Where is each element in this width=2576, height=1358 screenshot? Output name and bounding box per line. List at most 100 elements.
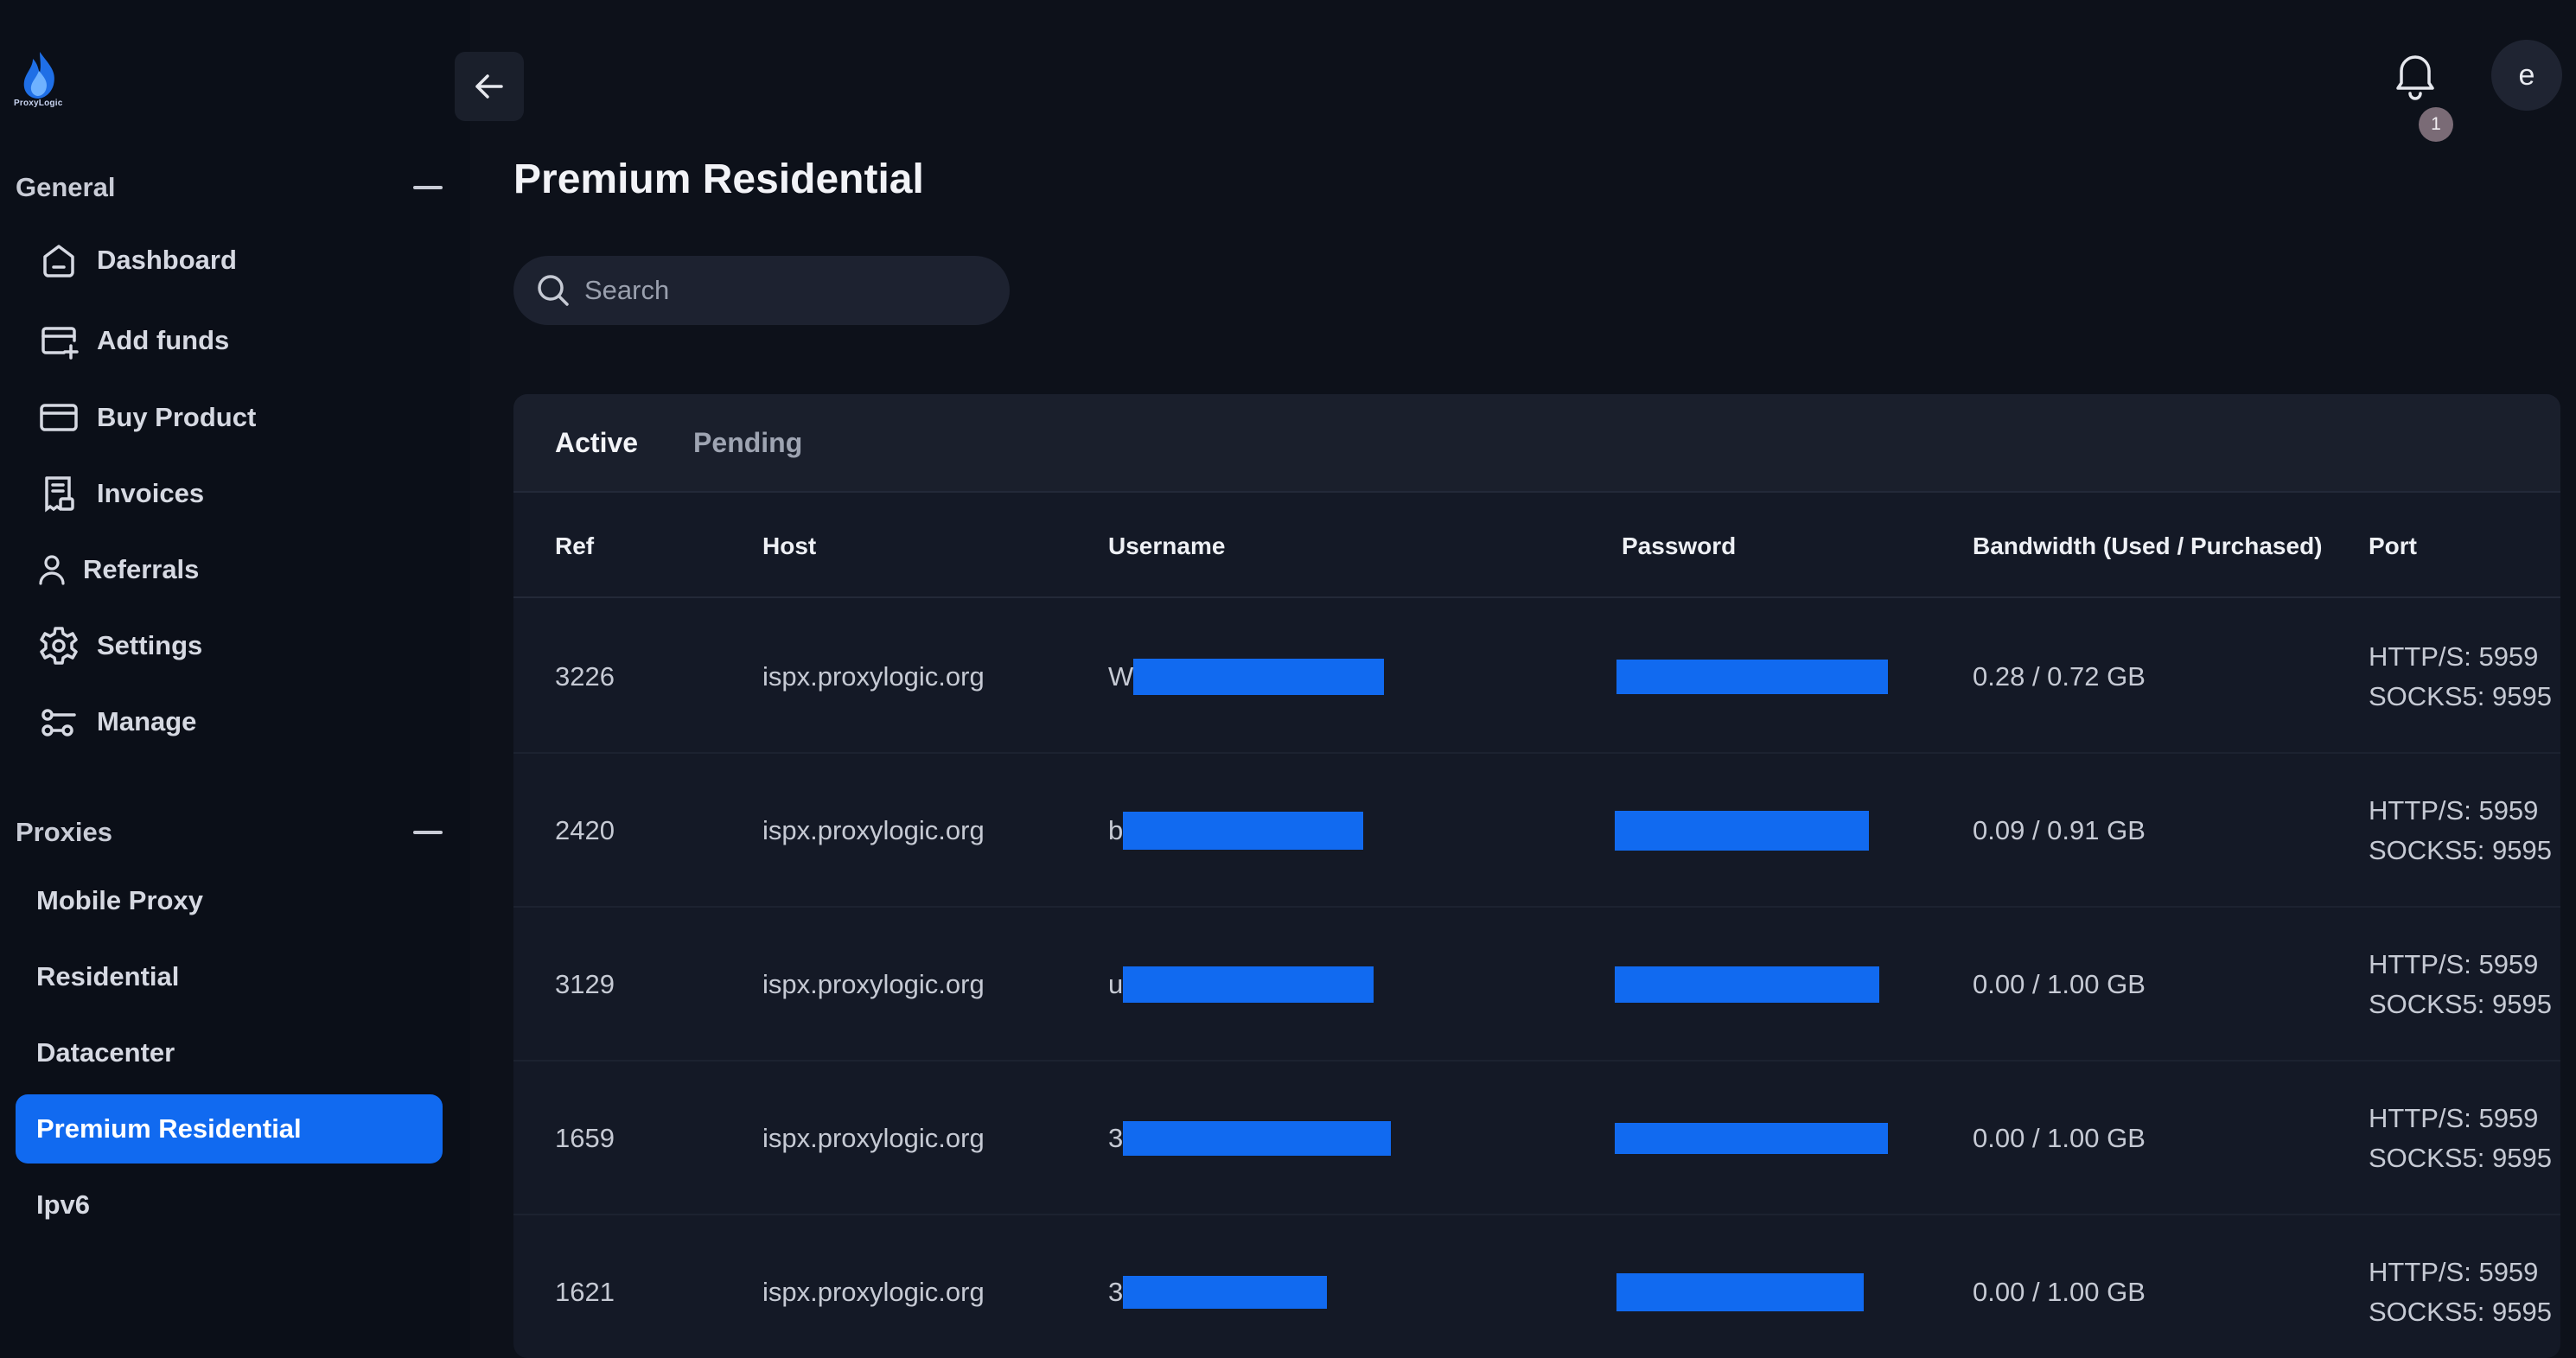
section-general-header[interactable]: General [16,166,443,209]
proxies-table-card: Active Pending Ref Host Username Passwor… [513,394,2560,1358]
table-row[interactable]: 2420 ispx.proxylogic.org b 0.09 / 0.91 G… [513,754,2560,908]
sidebar-item-label: Manage [97,706,197,736]
sidebar-item-label: Invoices [97,478,205,508]
username-wrapper: u [1108,966,1374,1003]
sidebar-item-mobile-proxy[interactable]: Mobile Proxy [16,867,443,934]
sidebar-item-label: Ipv6 [36,1189,91,1220]
cell-host: ispx.proxylogic.org [762,1123,985,1153]
search-icon [538,275,569,306]
sidebar-item-dashboard[interactable]: Dashboard [16,226,443,294]
username-prefix: u [1108,969,1124,999]
brand-name: ProxyLogic [14,99,63,108]
cell-port: HTTP/S: 5959 SOCKS5: 9595 [2369,908,2560,1062]
sidebar-item-label: Mobile Proxy [36,885,203,915]
flame-logo-icon [23,52,54,99]
home-icon [36,238,81,283]
search-input[interactable] [584,275,982,306]
cell-password[interactable] [1615,908,1879,1062]
bell-icon [2396,55,2434,100]
sidebar-item-add-funds[interactable]: Add funds [16,307,443,374]
credit-card-icon [36,395,81,440]
redaction-bar [1616,660,1888,694]
sidebar-item-buy-product[interactable]: Buy Product [16,384,443,451]
cell-password[interactable] [1615,1062,1888,1215]
sidebar-item-settings[interactable]: Settings [16,612,443,679]
cell-host: ispx.proxylogic.org [762,1277,985,1307]
cell-username[interactable]: W [1108,600,1385,754]
cell-host: ispx.proxylogic.org [762,815,985,845]
cell-username[interactable]: 3 [1108,1215,1328,1358]
sidebar-item-label: Add funds [97,325,230,355]
sidebar-item-invoices[interactable]: Invoices [16,460,443,527]
column-header-host[interactable]: Host [762,494,816,598]
collapse-icon[interactable] [413,831,443,834]
sidebar-item-manage[interactable]: Manage [16,688,443,756]
username-wrapper: 3 [1108,1276,1328,1309]
sidebar-item-label: Settings [97,630,203,660]
back-button[interactable] [455,52,524,121]
username-prefix: b [1108,815,1124,845]
sidebar-item-label: Datacenter [36,1037,175,1068]
redaction-bar [1615,966,1879,1003]
username-prefix: 3 [1108,1277,1124,1307]
redaction-bar [1615,1123,1888,1154]
section-proxies-header[interactable]: Proxies [16,811,443,854]
table-row[interactable]: 3129 ispx.proxylogic.org u 0.00 / 1.00 G… [513,908,2560,1062]
sidebar-item-label: Buy Product [97,402,257,432]
column-header-ref[interactable]: Ref [555,494,594,598]
cell-host: ispx.proxylogic.org [762,969,985,999]
column-header-username[interactable]: Username [1108,494,1225,598]
search-box[interactable] [513,256,1010,325]
cell-username[interactable]: u [1108,908,1374,1062]
page-title: Premium Residential [513,156,924,202]
cell-port: HTTP/S: 5959 SOCKS5: 9595 [2369,1062,2560,1215]
status-tabs: Active Pending [513,394,2560,493]
port-http: HTTP/S: 5959 [2369,795,2539,826]
cell-username[interactable]: 3 [1108,1062,1392,1215]
cell-bandwidth: 0.00 / 1.00 GB [1973,1277,2146,1307]
arrow-left-icon [475,74,503,99]
sidebar-item-premium-residential[interactable]: Premium Residential [16,1094,443,1164]
redaction-bar [1123,966,1374,1003]
cell-password[interactable] [1616,1215,1864,1358]
sidebar-item-ipv6[interactable]: Ipv6 [16,1171,443,1239]
port-http: HTTP/S: 5959 [2369,949,2539,979]
cell-username[interactable]: b [1108,754,1364,908]
tab-active[interactable]: Active [555,427,638,459]
sidebar-item-residential[interactable]: Residential [16,943,443,1011]
cell-password[interactable] [1616,600,1888,754]
tab-pending[interactable]: Pending [693,427,802,459]
sidebar-item-referrals[interactable]: Referrals [16,536,443,603]
cell-port: HTTP/S: 5959 SOCKS5: 9595 [2369,600,2560,754]
column-header-bandwidth[interactable]: Bandwidth (Used / Purchased) [1973,494,2323,598]
table-row[interactable]: 1621 ispx.proxylogic.org 3 0.00 / 1.00 G… [513,1215,2560,1358]
table-row[interactable]: 3226 ispx.proxylogic.org W 0.28 / 0.72 G… [513,600,2560,754]
redaction-bar [1123,812,1364,850]
cell-ref: 1621 [555,1277,615,1307]
user-avatar[interactable]: e [2491,40,2562,111]
cell-bandwidth: 0.00 / 1.00 GB [1973,969,2146,999]
port-http: HTTP/S: 5959 [2369,641,2539,672]
column-header-password[interactable]: Password [1622,494,1736,598]
sidebar: ProxyLogic General Dashboard Add funds B… [0,0,470,1358]
username-prefix: W [1108,661,1134,692]
table-header: Ref Host Username Password Bandwidth (Us… [513,494,2560,598]
section-title: General [16,172,116,202]
cell-host: ispx.proxylogic.org [762,661,985,692]
port-http: HTTP/S: 5959 [2369,1257,2539,1287]
cell-ref: 1659 [555,1123,615,1153]
section-title: Proxies [16,817,113,847]
notifications-button[interactable] [2391,48,2439,100]
sidebar-item-label: Referrals [83,554,200,584]
cell-password[interactable] [1615,754,1869,908]
column-header-port[interactable]: Port [2369,494,2560,598]
sidebar-item-datacenter[interactable]: Datacenter [16,1019,443,1087]
table-row[interactable]: 1659 ispx.proxylogic.org 3 0.00 / 1.00 G… [513,1062,2560,1215]
port-socks: SOCKS5: 9595 [2369,835,2552,865]
brand-logo[interactable]: ProxyLogic [14,48,66,111]
username-prefix: 3 [1108,1123,1124,1153]
redaction-bar [1133,659,1385,695]
collapse-icon[interactable] [413,186,443,189]
redaction-bar [1123,1276,1328,1309]
cell-bandwidth: 0.09 / 0.91 GB [1973,815,2146,845]
